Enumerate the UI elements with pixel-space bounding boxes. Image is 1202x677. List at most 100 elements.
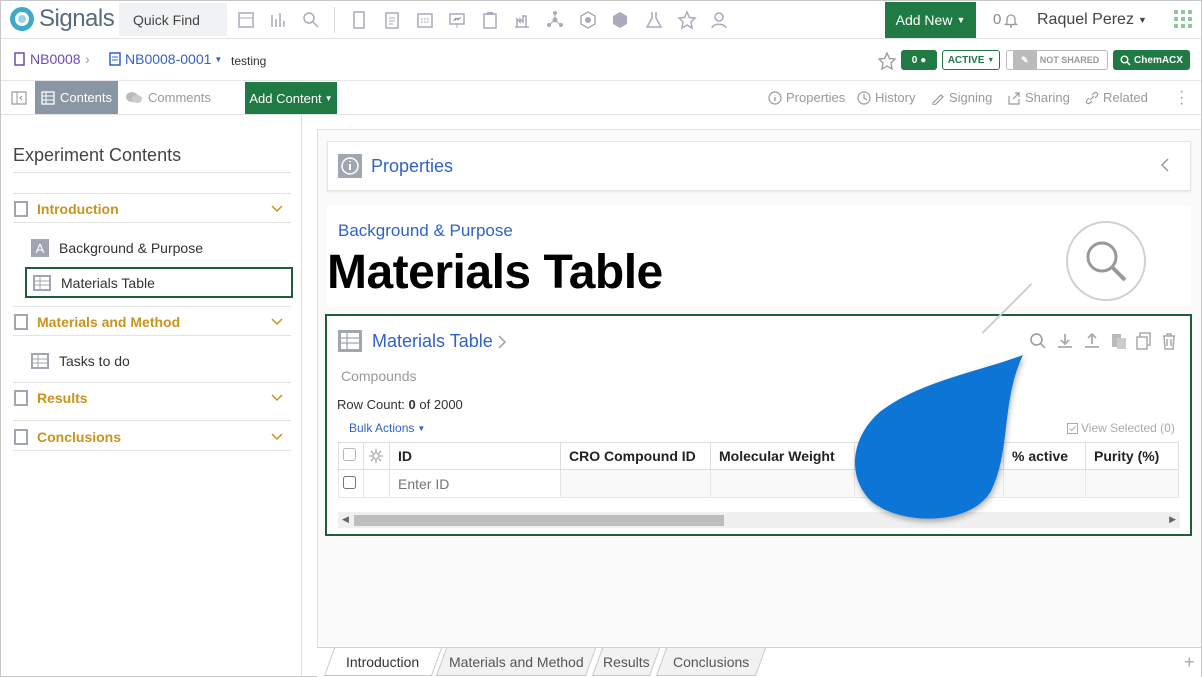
scroll-left-arrow-icon[interactable]: ◀ xyxy=(342,514,349,525)
app-grid-icon[interactable] xyxy=(1173,9,1193,29)
select-all-checkbox[interactable] xyxy=(343,448,356,461)
notifications-button[interactable]: 0 xyxy=(993,11,1019,28)
column-header[interactable]: Molecular Weight xyxy=(710,442,855,470)
caret-down-icon: ▼ xyxy=(1137,15,1147,25)
magnifier-callout xyxy=(1066,221,1146,301)
trash-icon[interactable] xyxy=(1159,331,1179,351)
table-header-row: ID CRO Compound ID Molecular Weight % ac… xyxy=(338,442,1179,470)
search-icon xyxy=(1120,55,1131,65)
table-cell[interactable] xyxy=(710,469,855,498)
search-icon[interactable] xyxy=(301,10,321,30)
users-icon[interactable] xyxy=(709,10,729,30)
user-name: Raquel Perez xyxy=(1037,11,1134,28)
sidebar-item-background-purpose[interactable]: A Background & Purpose xyxy=(25,232,293,263)
molecule-icon[interactable] xyxy=(545,10,565,30)
tab-materials-and-method[interactable]: Materials and Method xyxy=(435,648,597,676)
app-logo[interactable]: Signals xyxy=(9,5,115,33)
status-dropdown[interactable]: ACTIVE ▼ xyxy=(942,50,1000,70)
tab-comments[interactable]: Comments xyxy=(125,90,211,105)
tab-conclusions[interactable]: Conclusions xyxy=(655,648,767,676)
scrollbar-thumb[interactable] xyxy=(354,515,724,526)
notebook-icon[interactable] xyxy=(349,10,369,30)
horizontal-scrollbar[interactable]: ◀ ▶ xyxy=(338,512,1180,528)
section-materials-and-method[interactable]: Materials and Method xyxy=(13,308,291,336)
notebook-icon xyxy=(14,52,25,66)
clipboard-icon[interactable] xyxy=(480,10,500,30)
table-cell[interactable] xyxy=(1085,469,1179,498)
panel-toggle-icon[interactable] xyxy=(11,90,27,106)
tab-contents[interactable]: Contents xyxy=(35,81,118,114)
add-new-label: Add New xyxy=(895,12,953,28)
add-content-button[interactable]: Add Content ▼ xyxy=(245,82,337,114)
divider xyxy=(13,382,291,383)
divider xyxy=(13,306,291,307)
related-link[interactable]: Related xyxy=(1085,90,1148,105)
flask-icon[interactable] xyxy=(644,10,664,30)
breadcrumb-notebook[interactable]: NB0008 xyxy=(13,51,81,67)
column-header[interactable]: Purity (%) xyxy=(1085,442,1179,470)
tab-results[interactable]: Results xyxy=(591,648,661,676)
comments-icon xyxy=(126,91,142,103)
properties-title[interactable]: Properties xyxy=(371,156,453,177)
upload-icon[interactable] xyxy=(1082,331,1102,351)
history-link[interactable]: History xyxy=(857,90,915,105)
quick-find-button[interactable]: Quick Find xyxy=(119,3,227,36)
copy-icon[interactable] xyxy=(1134,331,1154,351)
dashboard-icon[interactable] xyxy=(236,10,256,30)
status-label: ACTIVE xyxy=(947,54,985,66)
row-checkbox[interactable] xyxy=(343,475,356,489)
section-introduction[interactable]: Introduction xyxy=(13,195,291,223)
scroll-right-arrow-icon[interactable]: ▶ xyxy=(1169,514,1176,525)
divider xyxy=(13,420,291,421)
section-conclusions[interactable]: Conclusions xyxy=(13,423,291,451)
paste-icon[interactable] xyxy=(1109,331,1129,351)
chart-icon[interactable] xyxy=(269,10,289,30)
section-results[interactable]: Results xyxy=(13,384,291,412)
add-new-button[interactable]: Add New ▼ xyxy=(885,2,976,38)
user-menu[interactable]: Raquel Perez ▼ xyxy=(1037,11,1147,29)
column-header[interactable]: CRO Compound ID xyxy=(560,442,711,470)
background-purpose-title[interactable]: Background & Purpose xyxy=(338,221,513,241)
tab-contents-label: Contents xyxy=(59,90,113,105)
presentation-icon[interactable] xyxy=(447,10,467,30)
tab-introduction[interactable]: Introduction xyxy=(323,648,443,676)
divider xyxy=(13,222,291,223)
properties-link[interactable]: Properties xyxy=(768,90,845,105)
properties-card xyxy=(327,141,1191,191)
download-icon[interactable] xyxy=(1055,331,1075,351)
table-cell[interactable] xyxy=(560,469,711,498)
experiment-icon xyxy=(109,52,121,66)
sidebar-item-tasks-to-do[interactable]: Tasks to do xyxy=(25,345,293,376)
more-options-icon[interactable]: · · · xyxy=(1179,84,1184,112)
hexagon-icon[interactable] xyxy=(578,10,598,30)
calendar-icon[interactable] xyxy=(415,10,435,30)
quick-find-label: Quick Find xyxy=(133,11,200,28)
column-header[interactable]: ID xyxy=(389,442,561,470)
view-selected-label: View Selected (0) xyxy=(1081,421,1175,435)
materials-table-title[interactable]: Materials Table xyxy=(372,331,507,352)
document-icon xyxy=(14,201,28,217)
breadcrumb-experiment[interactable]: NB0008-0001 ▼ xyxy=(108,51,222,67)
gear-icon[interactable] xyxy=(368,448,384,464)
sidebar-item-materials-table[interactable]: Materials Table xyxy=(25,267,293,298)
section-label: Materials and Method xyxy=(37,314,181,330)
enter-id-input[interactable] xyxy=(394,472,556,495)
chevron-left-icon[interactable] xyxy=(1159,157,1171,173)
history-link-label: History xyxy=(875,90,916,105)
view-selected-toggle[interactable]: View Selected (0) xyxy=(1067,421,1175,435)
sharing-status-button[interactable]: ✎ NOT SHARED xyxy=(1006,50,1108,70)
experiment-icon[interactable] xyxy=(382,10,402,30)
chemacx-button[interactable]: ChemACX xyxy=(1113,50,1190,70)
favorite-star-icon[interactable] xyxy=(877,51,897,71)
shield-icon[interactable] xyxy=(610,10,630,30)
comments-count-badge[interactable]: 0 ● xyxy=(901,50,937,70)
caret-down-icon: ▼ xyxy=(417,423,426,433)
bulk-actions-dropdown[interactable]: Bulk Actions ▼ xyxy=(349,421,425,435)
properties-link-label: Properties xyxy=(786,90,846,105)
sharing-link[interactable]: Sharing xyxy=(1007,90,1070,105)
star-icon[interactable] xyxy=(677,10,697,30)
signing-link[interactable]: Signing xyxy=(931,90,992,105)
add-tab-icon[interactable]: + xyxy=(1184,652,1195,673)
lab-icon[interactable] xyxy=(512,10,532,30)
search-icon xyxy=(1086,241,1127,282)
